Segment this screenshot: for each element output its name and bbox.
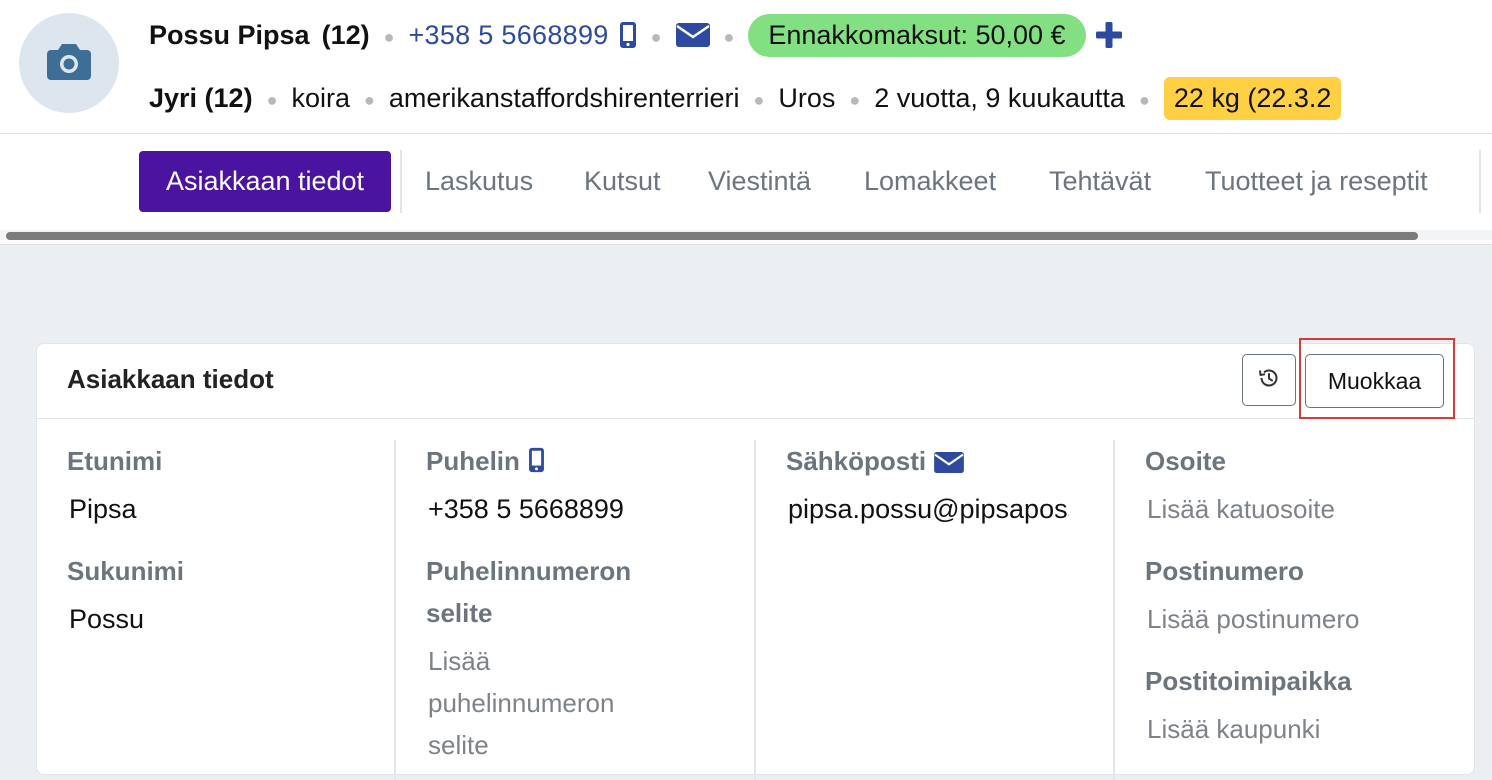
envelope-icon[interactable] xyxy=(675,23,710,47)
separator-dot: ● xyxy=(753,89,765,110)
field-label-firstname: Etunimi xyxy=(67,446,163,476)
edit-button[interactable]: Muokkaa xyxy=(1305,354,1444,408)
column-phone: Puhelin +358 5 5668899 Puhelinnumeron se… xyxy=(426,440,746,780)
customer-header: Possu Pipsa (12) ● +358 5 5668899 ● ● En… xyxy=(0,0,1492,134)
field-label-email: Sähköposti xyxy=(786,440,1069,482)
column-divider xyxy=(394,440,396,780)
field-label-phone: Puhelin xyxy=(426,440,746,482)
tab-billing[interactable]: Laskutus xyxy=(425,151,533,212)
history-icon xyxy=(1257,366,1281,395)
owner-count: (12) xyxy=(321,19,370,50)
history-button[interactable] xyxy=(1242,354,1296,406)
pet-breed: amerikanstaffordshirenterrieri xyxy=(388,82,740,113)
column-name: Etunimi Pipsa Sukunimi Possu xyxy=(67,440,425,780)
field-value-lastname[interactable]: Possu xyxy=(69,598,425,640)
main-nav: Asiakkaan tiedot Laskutus Kutsut Viestin… xyxy=(0,134,1492,245)
mobile-phone-icon xyxy=(528,447,545,473)
owner-name[interactable]: Possu Pipsa xyxy=(149,20,310,51)
column-divider xyxy=(1113,440,1115,780)
separator-dot: ● xyxy=(650,26,662,47)
tab-customer-info[interactable]: Asiakkaan tiedot xyxy=(139,151,391,212)
field-placeholder-street[interactable]: Lisää katuosoite xyxy=(1147,488,1465,530)
pet-weight-badge: 22 kg (22.3.2 xyxy=(1163,76,1342,120)
nav-divider xyxy=(1479,150,1481,213)
owner-row: Possu Pipsa (12) ● +358 5 5668899 ● ● En… xyxy=(149,12,1122,58)
nav-divider xyxy=(400,150,402,213)
separator-dot: ● xyxy=(266,89,278,110)
field-label-street: Osoite xyxy=(1145,446,1226,476)
prepayment-badge[interactable]: Ennakkomaksut: 50,00 € xyxy=(748,13,1086,57)
pet-species: koira xyxy=(291,82,350,113)
pet-row: Jyri (12) ● koira ● amerikanstaffordshir… xyxy=(149,75,1342,121)
card-title: Asiakkaan tiedot xyxy=(67,364,274,394)
column-divider xyxy=(754,440,756,780)
field-value-phone[interactable]: +358 5 5668899 xyxy=(428,488,746,530)
pet-age: 2 vuotta, 9 kuukautta xyxy=(874,82,1125,113)
column-email: Sähköposti pipsa.possu@pipsapossu.fi xyxy=(786,440,1069,780)
tab-invitations[interactable]: Kutsut xyxy=(584,151,661,212)
field-value-firstname[interactable]: Pipsa xyxy=(69,488,425,530)
separator-dot: ● xyxy=(383,26,395,47)
avatar-upload[interactable] xyxy=(19,13,119,113)
column-address: Osoite Lisää katuosoite Postinumero Lisä… xyxy=(1145,440,1465,780)
tab-forms[interactable]: Lomakkeet xyxy=(864,151,996,212)
mobile-phone-icon xyxy=(619,21,637,49)
pet-name[interactable]: Jyri (12) xyxy=(149,83,253,114)
field-placeholder-phone-description[interactable]: Lisää puhelinnumeron selite xyxy=(428,640,668,766)
field-label-city: Postitoimipaikka xyxy=(1145,666,1352,696)
owner-phone-link[interactable]: +358 5 5668899 xyxy=(408,20,608,51)
separator-dot: ● xyxy=(849,89,861,110)
tab-communication[interactable]: Viestintä xyxy=(708,151,811,212)
field-label-lastname: Sukunimi xyxy=(67,556,185,586)
separator-dot: ● xyxy=(363,89,375,110)
field-placeholder-city[interactable]: Lisää kaupunki xyxy=(1147,708,1465,750)
tab-products-prescriptions[interactable]: Tuotteet ja reseptit xyxy=(1205,151,1428,212)
tab-tasks[interactable]: Tehtävät xyxy=(1049,151,1151,212)
scrollbar-thumb[interactable] xyxy=(6,232,1418,240)
field-placeholder-postcode[interactable]: Lisää postinumero xyxy=(1147,598,1465,640)
separator-dot: ● xyxy=(723,26,735,47)
separator-dot: ● xyxy=(1138,89,1150,110)
pet-sex: Uros xyxy=(778,82,836,113)
plus-icon[interactable] xyxy=(1095,22,1122,48)
card-header: Asiakkaan tiedot Muokkaa xyxy=(37,338,1474,419)
envelope-icon xyxy=(934,452,965,473)
field-value-email[interactable]: pipsa.possu@pipsapossu.fi xyxy=(788,488,1069,530)
customer-info-card: Asiakkaan tiedot Muokkaa Etunimi Pipsa S… xyxy=(36,338,1475,780)
field-label-phone-description: Puhelinnumeron selite xyxy=(426,556,632,628)
camera-icon xyxy=(46,41,92,86)
field-label-postcode: Postinumero xyxy=(1145,556,1304,586)
